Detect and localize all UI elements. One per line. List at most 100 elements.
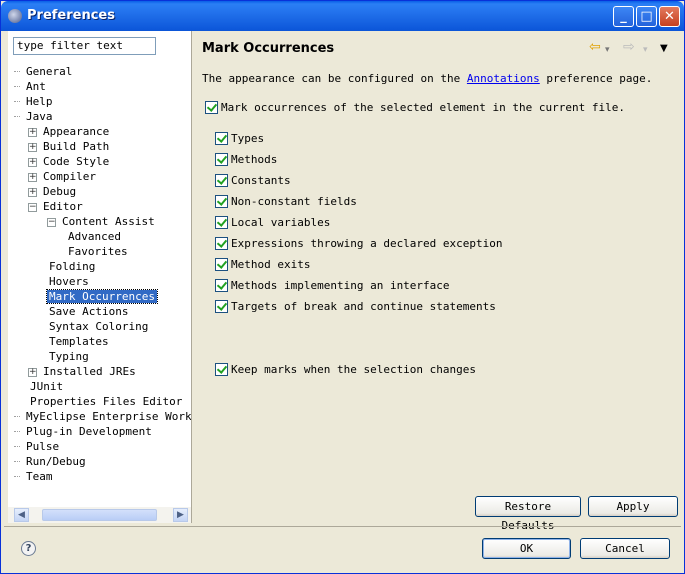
title-bar[interactable]: Preferences _ □ ✕ <box>1 1 684 31</box>
tree-item-label: Code Style <box>43 155 110 168</box>
tree-item-label: Content Assist <box>62 215 155 228</box>
cancel-button[interactable]: Cancel <box>580 538 670 559</box>
tree-line-icon <box>14 446 20 448</box>
expand-icon[interactable]: + <box>28 142 37 152</box>
tree-item[interactable]: − Content Assist <box>47 214 157 229</box>
collapse-icon[interactable]: − <box>28 202 37 212</box>
keep-marks-label: Keep marks when the selection changes <box>231 363 477 376</box>
tree-item[interactable]: Team <box>14 469 55 484</box>
expand-icon[interactable]: + <box>28 127 37 137</box>
tree-item[interactable]: + Debug <box>28 184 78 199</box>
restore-defaults-button[interactable]: Restore Defaults <box>475 496 581 532</box>
checkbox-checked-icon[interactable] <box>215 131 228 145</box>
scroll-left-icon[interactable]: ◀ <box>14 508 29 522</box>
tree-item[interactable]: Hovers <box>47 274 91 289</box>
tree-item[interactable]: + Code Style <box>28 154 111 169</box>
tree-item[interactable]: Pulse <box>14 439 61 454</box>
scroll-right-icon[interactable]: ▶ <box>173 508 188 522</box>
checkbox-checked-icon[interactable] <box>215 257 228 271</box>
tree-item[interactable]: Properties Files Editor <box>28 394 184 409</box>
checkbox-checked-icon[interactable] <box>215 194 228 208</box>
checkbox-checked-icon[interactable] <box>215 173 228 187</box>
option-label: Methods implementing an interface <box>231 279 450 292</box>
tree-item[interactable]: Folding <box>47 259 97 274</box>
page-title: Mark Occurrences <box>202 41 335 56</box>
option-label: Constants <box>231 174 291 187</box>
option-checkbox[interactable]: Types <box>215 131 264 146</box>
annotations-link[interactable]: Annotations <box>467 72 540 85</box>
checkbox-checked-icon[interactable] <box>215 299 228 313</box>
tree-item[interactable]: Typing <box>47 349 91 364</box>
tree-item[interactable]: General <box>14 64 74 79</box>
tree-item[interactable]: Mark Occurrences <box>46 289 158 304</box>
close-button[interactable]: ✕ <box>659 6 680 27</box>
maximize-icon: □ <box>640 9 653 24</box>
tree-item-label: Plug-in Development <box>26 425 152 438</box>
mark-occurrences-checkbox[interactable]: Mark occurrences of the selected element… <box>205 100 625 115</box>
tree-item[interactable]: MyEclipse Enterprise Workbench <box>14 409 191 424</box>
option-label: Expressions throwing a declared exceptio… <box>231 237 503 250</box>
checkbox-checked-icon[interactable] <box>215 278 228 292</box>
option-label: Targets of break and continue statements <box>231 300 496 313</box>
maximize-button[interactable]: □ <box>636 6 657 27</box>
collapse-icon[interactable]: − <box>47 217 56 227</box>
expand-icon[interactable]: + <box>28 187 37 197</box>
tree-item[interactable]: Save Actions <box>47 304 130 319</box>
tree-line-icon <box>14 461 20 463</box>
tree-item[interactable]: Syntax Coloring <box>47 319 150 334</box>
back-arrow-icon[interactable]: ⇦ <box>589 40 601 54</box>
tree-line-icon <box>14 71 20 73</box>
view-menu-icon[interactable]: ▼ <box>660 42 668 56</box>
option-checkbox[interactable]: Local variables <box>215 215 331 230</box>
tree-item[interactable]: + Appearance <box>28 124 111 139</box>
tree-item[interactable]: Plug-in Development <box>14 424 154 439</box>
tree-item-label: Ant <box>26 80 46 93</box>
tree-item-label: Folding <box>49 260 96 273</box>
checkbox-checked-icon[interactable] <box>215 362 228 376</box>
tree-item[interactable]: JUnit <box>28 379 65 394</box>
option-checkbox[interactable]: Targets of break and continue statements <box>215 299 496 314</box>
checkbox-checked-icon[interactable] <box>215 236 228 250</box>
forward-dropdown-icon[interactable]: ▾ <box>643 43 648 57</box>
option-checkbox[interactable]: Non-constant fields <box>215 194 357 209</box>
option-checkbox[interactable]: Methods implementing an interface <box>215 278 450 293</box>
tree-item[interactable]: Favorites <box>66 244 130 259</box>
forward-arrow-icon[interactable]: ⇨ <box>623 40 635 54</box>
tree-item[interactable]: + Installed JREs <box>28 364 138 379</box>
option-checkbox[interactable]: Expressions throwing a declared exceptio… <box>215 236 503 251</box>
keep-marks-checkbox[interactable]: Keep marks when the selection changes <box>215 362 477 377</box>
description-text: The appearance can be configured on the … <box>202 72 652 85</box>
preference-page: Mark Occurrences ⇦ ▾ ⇨ ▾ ▼ The appearanc… <box>192 31 681 532</box>
minimize-button[interactable]: _ <box>613 6 634 27</box>
ok-button[interactable]: OK <box>482 538 571 559</box>
tree-item[interactable]: Java <box>14 109 55 124</box>
expand-icon[interactable]: + <box>28 172 37 182</box>
checkbox-checked-icon[interactable] <box>205 100 218 114</box>
tree-item-label: Java <box>26 110 53 123</box>
tree-item[interactable]: + Compiler <box>28 169 98 184</box>
tree-item[interactable]: Advanced <box>66 229 123 244</box>
help-icon[interactable]: ? <box>21 541 36 556</box>
apply-button[interactable]: Apply <box>588 496 678 517</box>
tree-item[interactable]: Help <box>14 94 55 109</box>
filter-input[interactable]: type filter text <box>13 37 156 55</box>
tree-item[interactable]: − Editor <box>28 199 85 214</box>
tree-item-label: Hovers <box>49 275 89 288</box>
tree-horizontal-scrollbar[interactable]: ◀ ▶ <box>8 507 191 523</box>
tree-item[interactable]: Run/Debug <box>14 454 88 469</box>
tree-item[interactable]: + Build Path <box>28 139 111 154</box>
option-label: Local variables <box>231 216 331 229</box>
checkbox-checked-icon[interactable] <box>215 152 228 166</box>
option-checkbox[interactable]: Methods <box>215 152 277 167</box>
tree-line-icon <box>14 431 20 433</box>
scroll-thumb[interactable] <box>42 509 157 521</box>
back-dropdown-icon[interactable]: ▾ <box>605 43 610 57</box>
tree-item-label: Syntax Coloring <box>49 320 149 333</box>
option-checkbox[interactable]: Constants <box>215 173 291 188</box>
tree-item[interactable]: Ant <box>14 79 48 94</box>
option-checkbox[interactable]: Method exits <box>215 257 310 272</box>
expand-icon[interactable]: + <box>28 157 37 167</box>
tree-item[interactable]: Templates <box>47 334 111 349</box>
checkbox-checked-icon[interactable] <box>215 215 228 229</box>
expand-icon[interactable]: + <box>28 367 37 377</box>
